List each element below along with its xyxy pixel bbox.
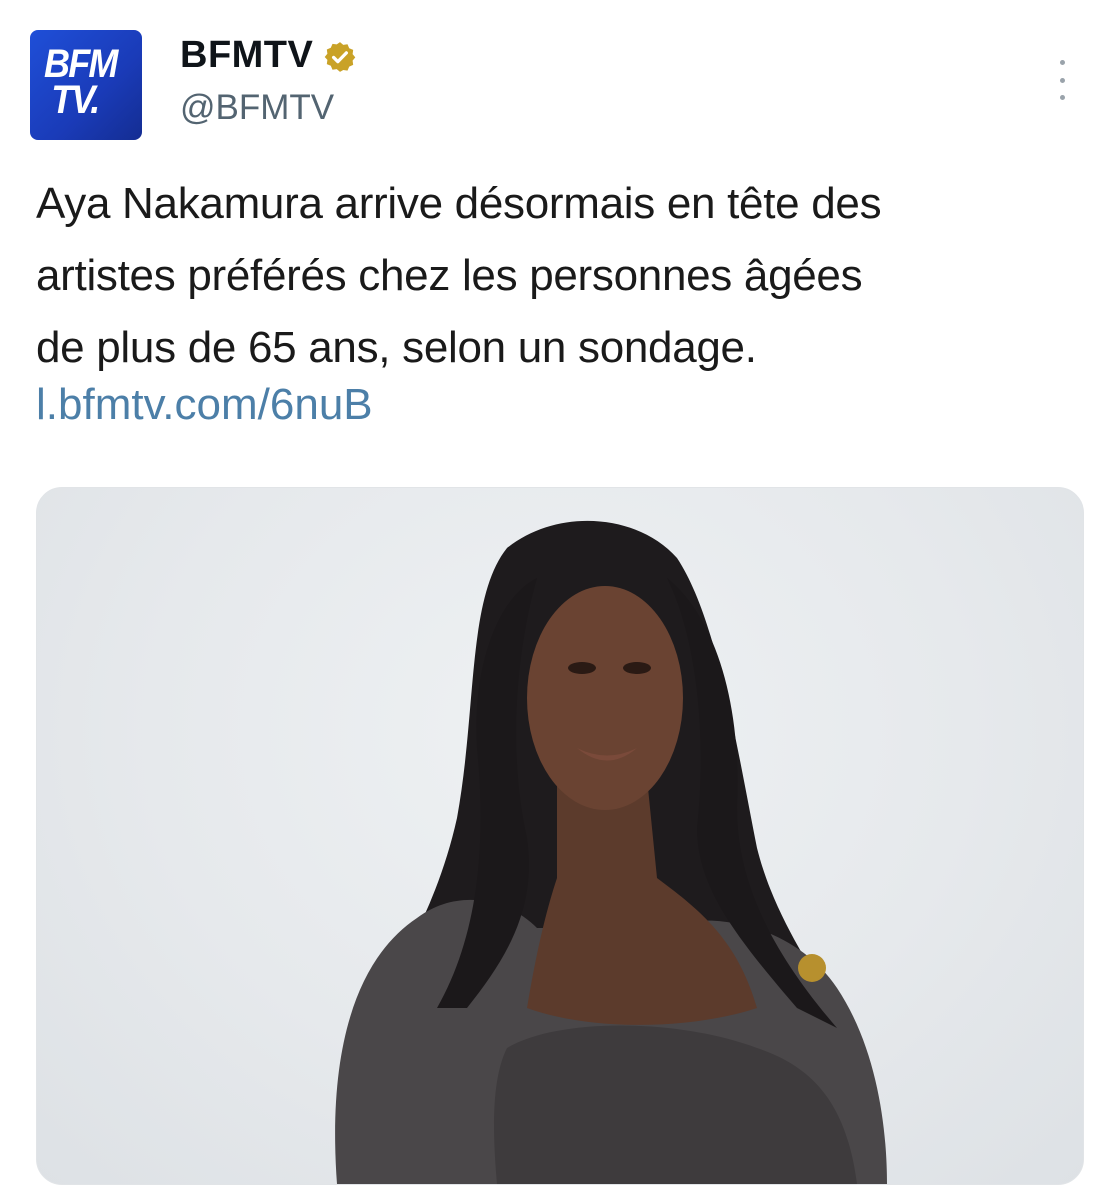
tweet-media-photo[interactable] — [36, 487, 1084, 1185]
more-vertical-icon[interactable] — [1055, 60, 1069, 100]
tweet-link[interactable]: l.bfmtv.com/6nuB — [36, 375, 373, 435]
tweet-text-line: artistes préférés chez les personnes âgé… — [36, 251, 863, 300]
display-name-row[interactable]: BFMTV — [180, 33, 357, 77]
tweet-text-line: de plus de 65 ans, selon un sondage. — [36, 323, 757, 372]
verified-badge-icon — [325, 42, 356, 72]
display-name[interactable]: BFMTV — [180, 34, 313, 77]
portrait-illustration — [335, 520, 888, 1184]
tweet-card: BFM TV. BFMTV @BFMTV Aya Nakamura arrive… — [0, 0, 1115, 1200]
tweet-text-line: Aya Nakamura arrive désormais en tête de… — [36, 179, 882, 228]
avatar[interactable]: BFM TV. — [30, 30, 142, 140]
account-handle[interactable]: @BFMTV — [180, 88, 334, 128]
tweet-text: Aya Nakamura arrive désormais en tête de… — [36, 168, 1086, 384]
avatar-logo-text: BFM TV. — [44, 42, 118, 122]
